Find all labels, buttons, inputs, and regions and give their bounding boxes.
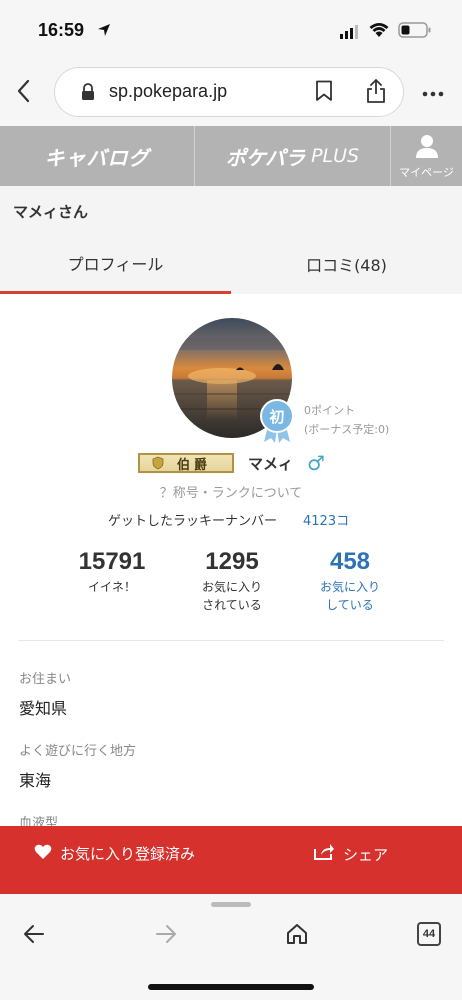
page-back-icon[interactable] bbox=[14, 78, 34, 108]
stats-row: 15791 イイネ！ 1295 お気に入り されている 458 お気に入り して… bbox=[0, 548, 462, 628]
heart-icon bbox=[34, 844, 60, 864]
badge-text: 初 bbox=[269, 408, 284, 426]
divider bbox=[18, 640, 444, 641]
favoriting-stat[interactable]: 458 お気に入り している bbox=[290, 548, 410, 614]
lucky-number-value[interactable]: 4123コ bbox=[303, 510, 349, 529]
share-button[interactable]: シェア bbox=[313, 843, 388, 865]
likes-label: イイネ！ bbox=[87, 580, 136, 594]
bonus-points: (ボーナス予定:0) bbox=[304, 423, 390, 436]
pokepara-plus-link[interactable]: ポケパラ PLUS bbox=[195, 126, 391, 186]
detail-value: 東海 bbox=[19, 771, 52, 790]
back-arrow-icon[interactable] bbox=[22, 922, 46, 950]
title-rank-info-link[interactable]: ？称号・ランクについて bbox=[0, 482, 462, 501]
likes-count: 15791 bbox=[78, 548, 146, 575]
address-field[interactable]: sp.pokepara.jp bbox=[54, 67, 404, 117]
battery-icon bbox=[398, 22, 432, 42]
male-icon: ♂ bbox=[307, 451, 325, 475]
rank-label: 伯爵 bbox=[176, 457, 211, 473]
cellular-signal-icon bbox=[340, 24, 360, 43]
favorited-by-stat: 1295 お気に入り されている bbox=[172, 548, 292, 614]
rank-badge: 伯爵 bbox=[138, 453, 234, 473]
caba-log-logo: キャバログ bbox=[44, 145, 150, 170]
rank-row: 伯爵 マメィ ♂ bbox=[0, 450, 462, 476]
detail-label: お住まい bbox=[19, 672, 72, 687]
status-bar: 16:59 bbox=[0, 0, 462, 60]
forward-arrow-icon[interactable] bbox=[154, 922, 178, 950]
points-info: 0ポイント (ボーナス予定:0) bbox=[304, 401, 389, 439]
profile-name-header: マメィさん bbox=[0, 186, 462, 234]
home-icon[interactable] bbox=[285, 922, 309, 950]
share-label: シェア bbox=[343, 845, 389, 864]
mypage-button[interactable]: マイページ bbox=[391, 126, 462, 186]
toolbar-grabber[interactable] bbox=[211, 902, 251, 907]
user-icon bbox=[414, 133, 440, 162]
url-text: sp.pokepara.jp bbox=[109, 81, 228, 101]
bookmark-icon[interactable] bbox=[315, 80, 333, 106]
lock-icon bbox=[81, 83, 95, 105]
share-icon[interactable] bbox=[365, 78, 387, 108]
browser-toolbar: 44 bbox=[0, 894, 462, 1000]
likes-stat: 15791 イイネ！ bbox=[52, 548, 172, 596]
detail-value: 愛知県 bbox=[19, 699, 68, 718]
caba-log-link[interactable]: キャバログ bbox=[0, 126, 195, 186]
favorited-by-label-1: お気に入り bbox=[201, 580, 262, 594]
favorited-by-label-2: されている bbox=[202, 598, 262, 612]
tab-profile[interactable]: プロフィール bbox=[0, 234, 231, 294]
lucky-number-row: ゲットしたラッキーナンバー 4123コ bbox=[0, 509, 462, 529]
plus-label: PLUS bbox=[311, 145, 360, 167]
wifi-icon bbox=[369, 22, 389, 42]
lucky-number-label: ゲットしたラッキーナンバー bbox=[108, 514, 278, 529]
favoriting-count[interactable]: 458 bbox=[290, 548, 410, 576]
tab-reviews[interactable]: 口コミ(48) bbox=[231, 234, 462, 294]
beginner-badge: 初 bbox=[258, 398, 296, 448]
action-bar: お気に入り登録済み シェア bbox=[0, 826, 462, 894]
favorited-by-count: 1295 bbox=[205, 548, 259, 575]
detail-area: よく遊びに行く地方 東海 bbox=[19, 740, 439, 791]
profile-name: マメィさん bbox=[13, 203, 89, 221]
detail-label: よく遊びに行く地方 bbox=[19, 744, 137, 759]
site-nav: キャバログ ポケパラ PLUS マイページ bbox=[0, 126, 462, 186]
share-arrow-icon bbox=[313, 843, 343, 865]
points-value: 0ポイント bbox=[304, 404, 355, 417]
favorite-label: お気に入り登録済み bbox=[60, 845, 196, 863]
shield-icon bbox=[152, 456, 164, 474]
profile-tabs: プロフィール 口コミ(48) bbox=[0, 234, 462, 294]
browser-url-bar: sp.pokepara.jp bbox=[0, 60, 462, 126]
favorite-button[interactable]: お気に入り登録済み bbox=[34, 843, 195, 864]
username: マメィ bbox=[248, 455, 294, 473]
favoriting-label-1[interactable]: お気に入り bbox=[290, 578, 410, 596]
more-options-icon[interactable] bbox=[422, 82, 444, 101]
pokepara-logo: ポケパラ bbox=[225, 145, 306, 170]
location-arrow-icon bbox=[97, 22, 111, 41]
status-time: 16:59 bbox=[38, 20, 85, 40]
home-indicator bbox=[148, 984, 314, 990]
mypage-label: マイページ bbox=[399, 165, 454, 179]
tabs-button[interactable]: 44 bbox=[417, 922, 441, 946]
favoriting-label-2[interactable]: している bbox=[290, 596, 410, 614]
detail-residence: お住まい 愛知県 bbox=[19, 668, 439, 719]
